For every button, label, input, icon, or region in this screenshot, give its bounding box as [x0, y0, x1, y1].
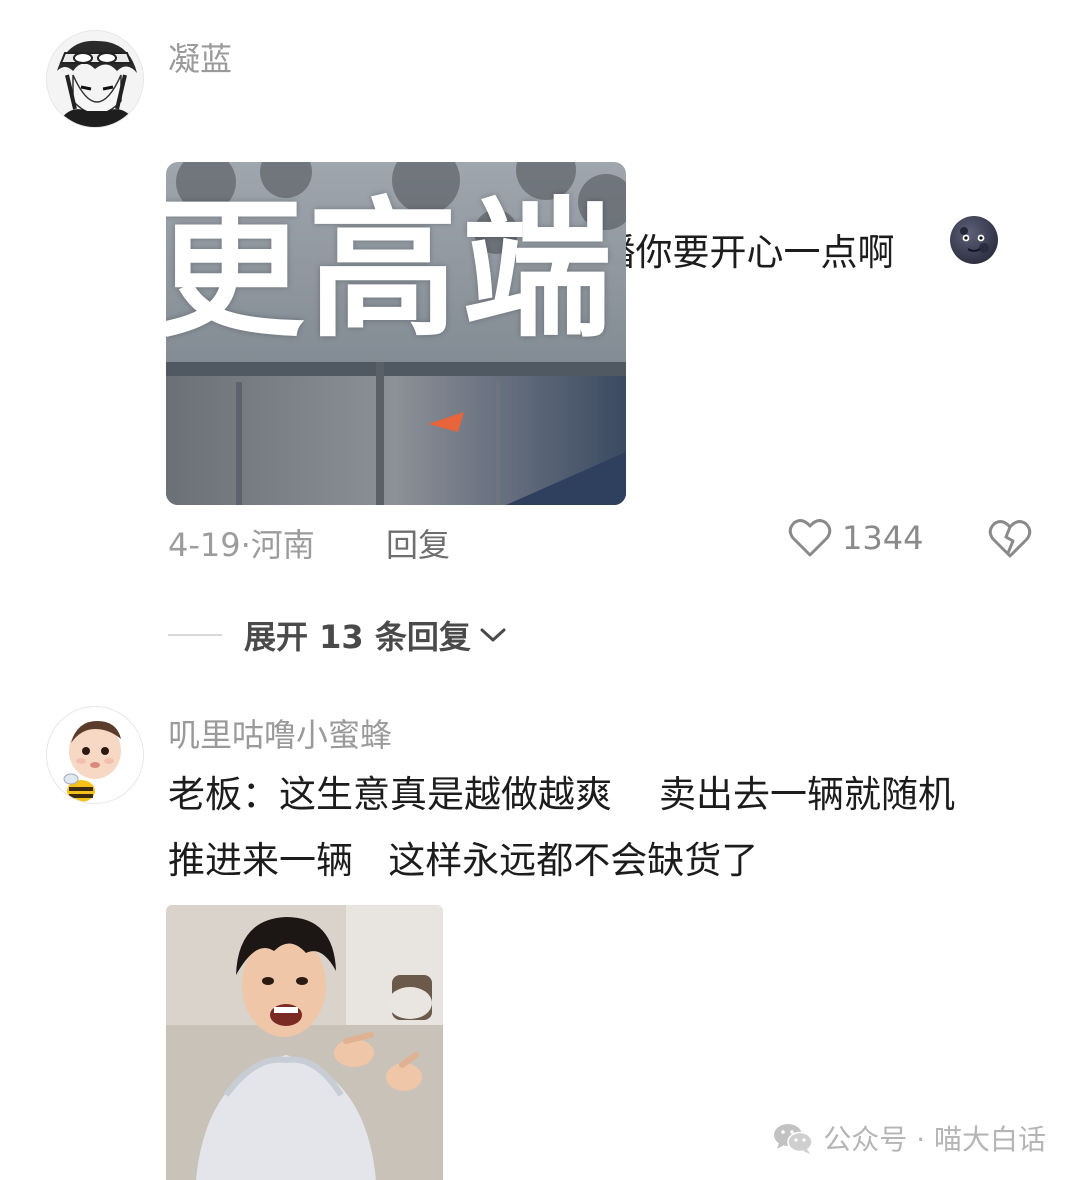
wechat-icon [774, 1124, 814, 1154]
comment-meta: 4-19·河南 [168, 520, 315, 566]
image-overlay-text: 更高端 [166, 184, 617, 358]
dislike-button[interactable] [988, 519, 1032, 563]
divider-line [168, 634, 222, 636]
comment-text-line-1: 老板：这生意真是越做越爽 卖出去一辆就随机 [168, 773, 956, 816]
comment-date: 4-19 [168, 526, 241, 564]
watermark: 公众号 · 喵大白话 [773, 1118, 1046, 1158]
reply-button[interactable]: 回复 [386, 520, 450, 566]
meta-separator: · [240, 526, 251, 564]
heart-outline-icon [788, 519, 832, 557]
watermark-text: 公众号 · 喵大白话 [823, 1123, 1046, 1156]
username[interactable]: 凝蓝 [168, 34, 232, 80]
broken-heart-icon [988, 520, 1032, 558]
new-moon-face-emoji [901, 148, 1000, 353]
chevron-down-icon [480, 628, 506, 642]
expand-replies-label: 展开 13 条回复 [244, 618, 471, 656]
comment-text-line-2: 推进来一辆 这样永远都不会缺货了 [168, 839, 759, 882]
anime-avatar-icon [47, 31, 143, 127]
like-button[interactable]: 1344 [788, 518, 923, 558]
like-count: 1344 [842, 519, 924, 557]
expand-replies-button[interactable]: 展开 13 条回复 [168, 612, 507, 658]
user-avatar[interactable] [46, 30, 144, 128]
comment-image[interactable]: 更高端 [166, 162, 626, 505]
username[interactable]: 叽里咕噜小蜜蜂 [168, 710, 392, 756]
user-avatar[interactable] [46, 706, 144, 804]
comment-image[interactable] [166, 905, 443, 1180]
comment-location: 河南 [250, 526, 315, 564]
baby-bee-avatar-icon [47, 707, 143, 803]
